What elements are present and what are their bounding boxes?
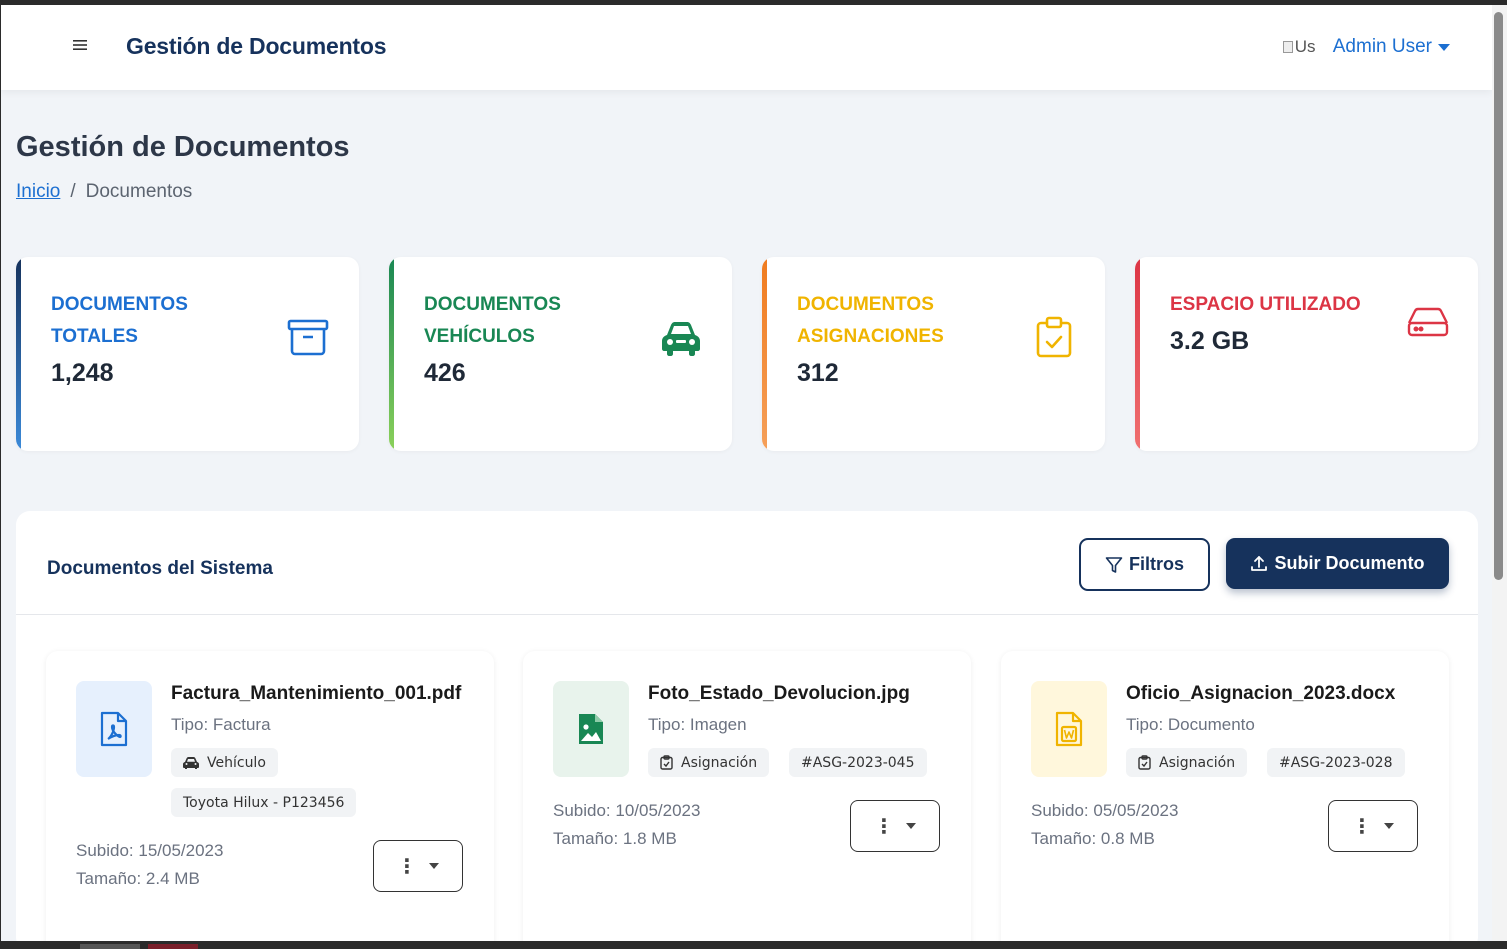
document-size: Tamaño: 2.4 MB (76, 869, 200, 888)
stat-label: Espacio Utilizado (1170, 294, 1361, 315)
scrollbar-thumb[interactable] (1494, 12, 1503, 580)
more-vertical-icon: ⋮ (1352, 815, 1372, 838)
taskbar (0, 941, 1507, 949)
tag-entity: Asignación (1126, 748, 1248, 777)
top-navbar: Gestión de Documentos Us Admin User (1, 5, 1492, 90)
archive-box-icon (286, 315, 330, 359)
stat-card-assignments: Documentos Asignaciones 312 (762, 257, 1105, 451)
upload-button-label: Subir Documento (1274, 553, 1425, 573)
document-card[interactable]: Oficio_Asignacion_2023.docx Tipo: Docume… (1001, 651, 1449, 941)
document-uploaded-date: Subido: 15/05/2023 (76, 841, 224, 860)
stat-accent-bar (762, 257, 767, 451)
pdf-file-icon (76, 681, 152, 777)
car-icon (659, 317, 703, 361)
filter-icon (1105, 556, 1123, 573)
stat-value: 1,248 (51, 359, 114, 387)
clipboard-check-icon (1034, 315, 1078, 359)
chevron-down-icon (1384, 823, 1394, 829)
stat-accent-bar (1135, 257, 1140, 451)
document-type: Tipo: Documento (1126, 715, 1255, 734)
avatar-alt-text: Us (1294, 37, 1316, 56)
tag-label: #ASG-2023-028 (1279, 754, 1393, 771)
document-name[interactable]: Factura_Mantenimiento_001.pdf (171, 683, 461, 705)
taskbar-item[interactable] (80, 944, 140, 949)
stat-value: 426 (424, 359, 466, 387)
filters-button[interactable]: Filtros (1079, 538, 1210, 591)
document-meta: Subido: 05/05/2023 Tamaño: 0.8 MB (1031, 797, 1178, 853)
panel-header: Documentos del Sistema Filtros Subir Doc… (16, 511, 1478, 615)
breadcrumb: Inicio / Documentos (16, 181, 192, 203)
breadcrumb-separator: / (70, 181, 76, 202)
chevron-down-icon (429, 863, 439, 869)
upload-icon (1251, 555, 1268, 571)
user-menu[interactable]: Us Admin User (1282, 35, 1450, 59)
document-card[interactable]: Factura_Mantenimiento_001.pdf Tipo: Fact… (46, 651, 494, 941)
app-window: Gestión de Documentos Us Admin User Gest… (1, 5, 1492, 941)
stat-accent-bar (389, 257, 394, 451)
chevron-down-icon (906, 823, 916, 829)
document-meta: Subido: 10/05/2023 Tamaño: 1.8 MB (553, 797, 700, 853)
stat-card-storage: Espacio Utilizado 3.2 GB (1135, 257, 1478, 451)
tag-entity: Vehículo (171, 748, 278, 777)
stat-label: Documentos Asignaciones (797, 294, 944, 347)
stat-label: Documentos Vehículos (424, 294, 561, 347)
tag-label: Toyota Hilux - P123456 (183, 794, 345, 811)
tag-label: Asignación (1159, 754, 1236, 771)
clipboard-icon (660, 755, 673, 770)
brand-title: Gestión de Documentos (126, 33, 387, 59)
taskbar-item[interactable] (148, 944, 198, 949)
image-file-icon (553, 681, 629, 777)
tag-label: #ASG-2023-045 (801, 754, 915, 771)
document-type: Tipo: Factura (171, 715, 271, 734)
tag-reference: Toyota Hilux - P123456 (171, 788, 357, 817)
more-vertical-icon: ⋮ (874, 815, 894, 838)
document-actions-dropdown[interactable]: ⋮ (373, 840, 463, 892)
filters-button-label: Filtros (1128, 554, 1184, 574)
breadcrumb-home-link[interactable]: Inicio (16, 181, 60, 203)
page-title: Gestión de Documentos (16, 131, 350, 163)
document-size: Tamaño: 0.8 MB (1031, 829, 1155, 848)
document-uploaded-date: Subido: 05/05/2023 (1031, 801, 1179, 820)
upload-document-button[interactable]: Subir Documento (1226, 538, 1449, 589)
panel-title: Documentos del Sistema (47, 558, 273, 579)
tag-entity: Asignación (648, 748, 770, 777)
more-vertical-icon: ⋮ (397, 855, 417, 878)
tag-reference: #ASG-2023-028 (1267, 748, 1405, 777)
car-icon (183, 756, 199, 769)
stat-card-total: Documentos Totales 1,248 (16, 257, 359, 451)
tag-reference: #ASG-2023-045 (789, 748, 927, 777)
stat-accent-bar (16, 257, 21, 451)
stat-value: 312 (797, 359, 839, 387)
hamburger-icon[interactable] (73, 39, 87, 53)
document-uploaded-date: Subido: 10/05/2023 (553, 801, 701, 820)
chevron-down-icon (1438, 43, 1450, 51)
user-name: Admin User (1332, 36, 1432, 57)
avatar: Us (1282, 35, 1325, 59)
tag-label: Vehículo (207, 754, 266, 771)
stat-card-vehicles: Documentos Vehículos 426 (389, 257, 732, 451)
document-card[interactable]: Foto_Estado_Devolucion.jpg Tipo: Imagen … (523, 651, 971, 941)
stat-value: 3.2 GB (1170, 327, 1250, 355)
document-name[interactable]: Foto_Estado_Devolucion.jpg (648, 683, 910, 705)
stat-label: Documentos Totales (51, 294, 188, 347)
document-name[interactable]: Oficio_Asignacion_2023.docx (1126, 683, 1395, 705)
tag-label: Asignación (681, 754, 758, 771)
document-type: Tipo: Imagen (648, 715, 747, 734)
document-size: Tamaño: 1.8 MB (553, 829, 677, 848)
document-actions-dropdown[interactable]: ⋮ (1328, 800, 1418, 852)
document-meta: Subido: 15/05/2023 Tamaño: 2.4 MB (76, 837, 223, 893)
word-file-icon (1031, 681, 1107, 777)
clipboard-icon (1138, 755, 1151, 770)
documents-panel: Documentos del Sistema Filtros Subir Doc… (16, 511, 1478, 941)
hard-drive-icon (1407, 305, 1451, 349)
breadcrumb-current: Documentos (85, 181, 193, 202)
document-actions-dropdown[interactable]: ⋮ (850, 800, 940, 852)
